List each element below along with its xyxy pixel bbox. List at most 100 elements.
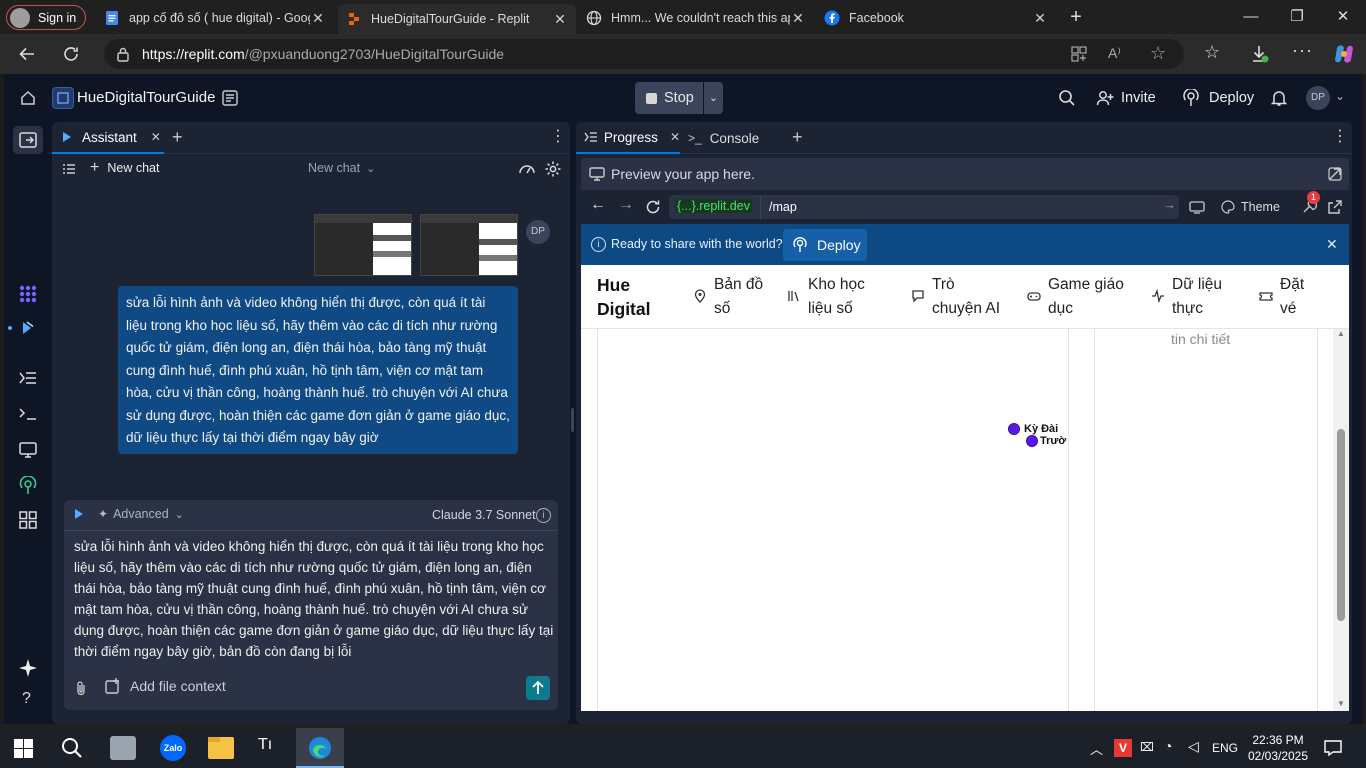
- webview-icon[interactable]: [18, 440, 38, 460]
- panel-menu-icon[interactable]: ⋮: [550, 126, 566, 146]
- run-options-chevron-down-icon[interactable]: ⌄: [704, 82, 723, 114]
- toggle-sidebar-button[interactable]: [13, 126, 43, 154]
- unikey-icon[interactable]: V: [1114, 739, 1132, 757]
- deploy-button[interactable]: Deploy: [1172, 82, 1264, 114]
- site-logo[interactable]: Hue Digital: [597, 273, 650, 321]
- close-icon[interactable]: ✕: [552, 11, 568, 28]
- model-label[interactable]: Claude 3.7 Sonnet: [432, 508, 536, 522]
- text-editor-icon[interactable]: Tı: [258, 736, 280, 760]
- volume-icon[interactable]: ◁: [1188, 738, 1199, 755]
- add-tab-button[interactable]: +: [172, 127, 183, 148]
- search-icon[interactable]: [1058, 89, 1076, 107]
- scroll-up-icon[interactable]: ▲: [1337, 329, 1345, 338]
- back-arrow-icon[interactable]: ←: [590, 196, 606, 214]
- chat-history-icon[interactable]: [62, 162, 76, 176]
- message-input[interactable]: sửa lỗi hình ảnh và video không hiển thị…: [74, 536, 554, 662]
- maximize-button[interactable]: ❐: [1274, 5, 1320, 29]
- packages-icon[interactable]: [18, 284, 38, 304]
- scroll-down-icon[interactable]: ▼: [1337, 699, 1345, 708]
- expand-icon[interactable]: [1327, 166, 1343, 182]
- edge-taskbar-button[interactable]: [296, 728, 344, 768]
- repl-info-icon[interactable]: [221, 89, 239, 107]
- tab-assistant[interactable]: Assistant ✕: [52, 122, 164, 154]
- bell-icon[interactable]: [1270, 89, 1288, 107]
- device-icon[interactable]: [1189, 199, 1205, 215]
- read-aloud-icon[interactable]: A⁾: [1108, 45, 1121, 62]
- chat-selector[interactable]: New chat ⌄: [308, 161, 375, 175]
- browser-tab-facebook[interactable]: Facebook ✕: [816, 4, 1056, 32]
- panel-menu-icon[interactable]: ⋮: [1332, 126, 1348, 146]
- nav-map[interactable]: Bản đồ số: [693, 273, 763, 321]
- search-icon[interactable]: [61, 737, 83, 759]
- console-icon[interactable]: [18, 404, 38, 424]
- usage-gauge-icon[interactable]: [518, 160, 536, 178]
- scrollbar-track[interactable]: ▲ ▼: [1333, 329, 1349, 711]
- progress-icon[interactable]: [18, 368, 38, 388]
- network-icon[interactable]: ⌧: [1140, 740, 1154, 754]
- sparkle-icon[interactable]: [18, 658, 38, 678]
- back-arrow-icon[interactable]: [18, 45, 36, 63]
- settings-gear-icon[interactable]: [544, 160, 562, 178]
- refresh-icon[interactable]: [62, 45, 80, 63]
- send-button[interactable]: [526, 676, 550, 700]
- file-explorer-icon[interactable]: [208, 737, 234, 759]
- assistant-icon[interactable]: [18, 318, 38, 338]
- clock[interactable]: 22:36 PM 02/03/2025: [1246, 732, 1310, 764]
- tray-chevron-up-icon[interactable]: ︿: [1090, 739, 1103, 758]
- more-menu-icon[interactable]: ···: [1292, 40, 1313, 61]
- browser-tab-replit[interactable]: HueDigitalTourGuide - Replit ✕: [338, 4, 576, 34]
- attached-screenshot-thumbnail[interactable]: [420, 214, 518, 276]
- browser-tab-unreachable[interactable]: Hmm... We couldn't reach this app ✕: [578, 4, 814, 32]
- theme-button[interactable]: Theme: [1215, 195, 1299, 219]
- copilot-icon[interactable]: [1332, 42, 1356, 66]
- avatar[interactable]: DP: [1306, 86, 1330, 110]
- deployments-icon[interactable]: [18, 476, 38, 496]
- scrollbar-thumb[interactable]: [1337, 429, 1345, 621]
- close-icon[interactable]: ✕: [310, 10, 326, 27]
- nav-library[interactable]: Kho học liệu số: [787, 273, 865, 321]
- close-icon[interactable]: ✕: [151, 130, 161, 144]
- close-icon[interactable]: ✕: [1032, 10, 1048, 27]
- map-marker[interactable]: Kỳ Đài: [1008, 423, 1058, 435]
- mode-selector[interactable]: ✦ Advanced ⌄: [98, 507, 184, 521]
- close-icon[interactable]: ✕: [1326, 236, 1338, 253]
- browser-tab-docs[interactable]: app cố đô số ( hue digital) - Goog ✕: [96, 4, 334, 32]
- nav-ai-chat[interactable]: Trò chuyện AI: [911, 273, 1000, 321]
- info-icon[interactable]: i: [536, 508, 551, 523]
- open-new-window-icon[interactable]: [1327, 199, 1343, 215]
- wifi-icon[interactable]: ◔: [1164, 738, 1172, 754]
- close-icon[interactable]: ✕: [790, 10, 806, 27]
- nav-edu-games[interactable]: Game giáo dục: [1027, 273, 1124, 321]
- paperclip-icon[interactable]: [74, 680, 88, 696]
- stop-button[interactable]: Stop: [635, 82, 703, 114]
- downloads-icon[interactable]: [1250, 44, 1270, 64]
- notification-center-icon[interactable]: [1324, 739, 1342, 757]
- favorite-star-icon[interactable]: ☆: [1150, 43, 1166, 64]
- address-bar[interactable]: https://replit.com/@pxuanduong2703/HueDi…: [104, 39, 1184, 69]
- go-arrow-icon[interactable]: →: [1163, 197, 1176, 212]
- new-tab-button[interactable]: +: [1064, 6, 1088, 28]
- add-file-context-button[interactable]: Add file context: [104, 677, 226, 695]
- app-available-icon[interactable]: [1070, 45, 1088, 63]
- forward-arrow-icon[interactable]: →: [618, 196, 634, 214]
- favorites-icon[interactable]: ☆: [1204, 42, 1220, 63]
- minimize-button[interactable]: —: [1228, 5, 1274, 29]
- help-icon[interactable]: ?: [22, 690, 31, 708]
- map-canvas[interactable]: Kỳ Đài Trườ: [597, 329, 1069, 711]
- language-indicator[interactable]: ENG: [1212, 741, 1238, 755]
- add-tab-button[interactable]: +: [792, 127, 803, 148]
- account-chevron-down-icon[interactable]: ⌄: [1335, 89, 1345, 103]
- panel-resize-handle[interactable]: [571, 408, 574, 432]
- banner-deploy-button[interactable]: Deploy: [783, 229, 867, 261]
- sign-in-button[interactable]: Sign in: [6, 5, 86, 30]
- map-marker[interactable]: Trườ: [1026, 435, 1066, 447]
- preview-address-input[interactable]: {...}.replit.dev /map →: [669, 195, 1179, 219]
- close-icon[interactable]: ✕: [670, 130, 680, 144]
- attached-screenshot-thumbnail[interactable]: [314, 214, 412, 276]
- nav-realtime-data[interactable]: Dữ liệu thực: [1151, 273, 1222, 321]
- tab-progress[interactable]: Progress ✕: [576, 122, 680, 154]
- pinned-app-icon[interactable]: [110, 736, 136, 760]
- home-icon[interactable]: [20, 90, 36, 106]
- all-tools-icon[interactable]: [18, 510, 38, 530]
- tab-console[interactable]: >_ Console: [688, 122, 759, 154]
